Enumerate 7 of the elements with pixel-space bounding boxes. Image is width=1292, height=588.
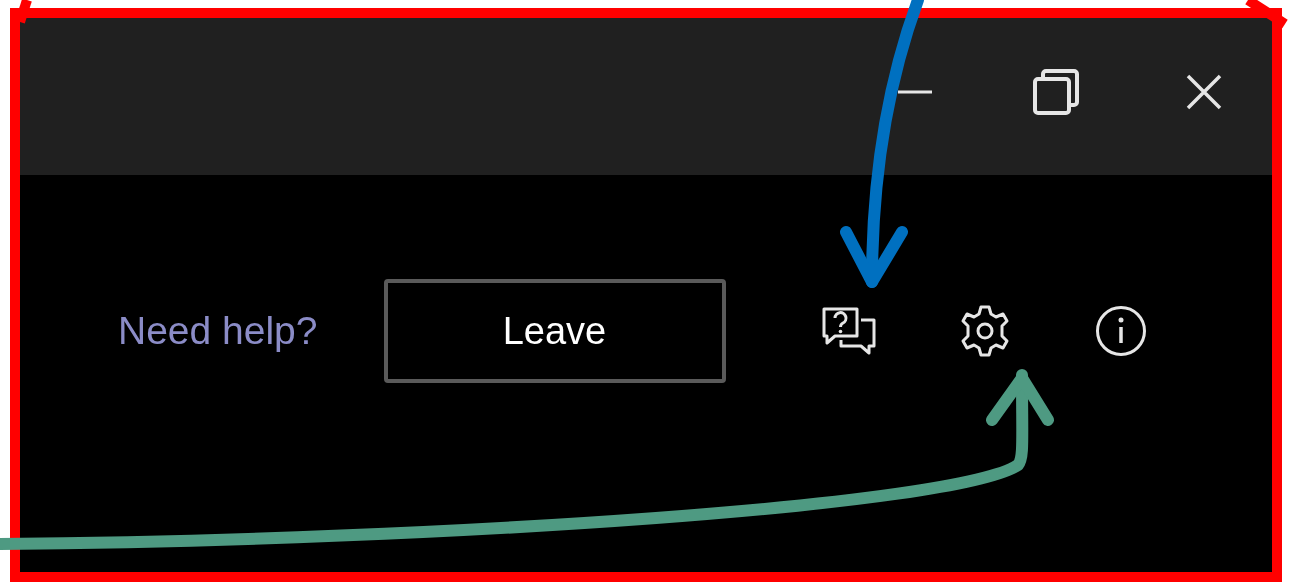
leave-button[interactable]: Leave [383,279,726,383]
help-chat-icon[interactable] [820,306,877,356]
close-icon[interactable] [1186,73,1222,110]
minimize-icon[interactable] [898,89,932,94]
restore-icon[interactable] [1032,67,1080,116]
info-icon[interactable] [1094,305,1147,357]
help-link[interactable]: Need help? [118,309,318,353]
